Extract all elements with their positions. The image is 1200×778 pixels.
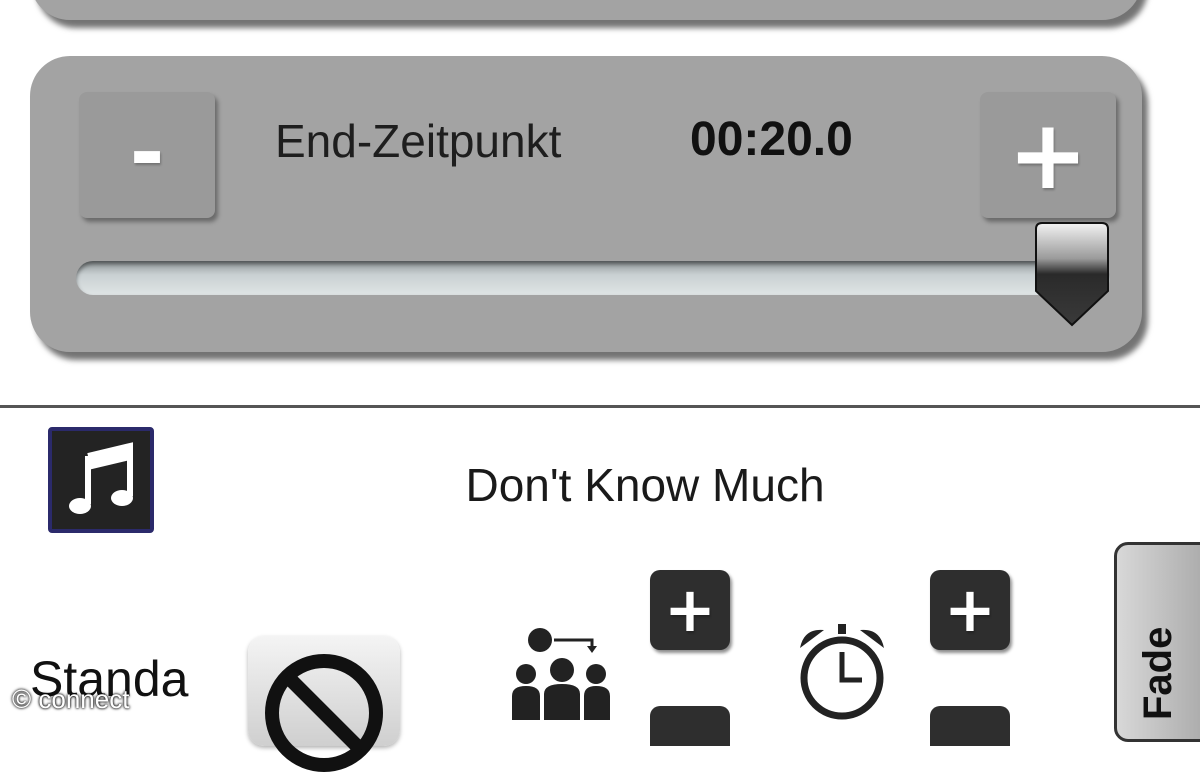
end-time-panel: - End-Zeitpunkt 00:20.0 + (30, 56, 1142, 352)
alarm-decrease-button[interactable] (930, 706, 1010, 746)
end-time-label: End-Zeitpunkt (275, 115, 562, 167)
increase-end-time-button[interactable]: + (980, 92, 1116, 218)
end-time-slider-thumb[interactable] (1034, 221, 1110, 329)
end-time-value: 00:20.0 (690, 113, 853, 166)
plus-icon: + (664, 573, 716, 646)
prohibited-icon (265, 654, 383, 772)
fade-tab-label: Fade (1136, 626, 1180, 720)
decrease-end-time-button[interactable]: - (79, 92, 215, 218)
cancel-button[interactable] (248, 636, 400, 772)
watermark: © connect (12, 684, 130, 714)
alarm-clock-icon (792, 622, 892, 727)
alarm-increase-button[interactable]: + (930, 570, 1010, 650)
end-time-slider-track[interactable] (76, 261, 1110, 295)
plus-icon: + (1007, 99, 1089, 211)
people-decrease-button[interactable] (650, 706, 730, 746)
song-title: Don't Know Much (465, 459, 825, 511)
people-swap-icon (508, 628, 618, 733)
slider-thumb-icon (1035, 222, 1109, 327)
section-divider (0, 405, 1200, 408)
people-increase-button[interactable]: + (650, 570, 730, 650)
minus-icon: - (129, 103, 165, 201)
top-control-panel (30, 0, 1142, 20)
plus-icon: + (944, 573, 996, 646)
